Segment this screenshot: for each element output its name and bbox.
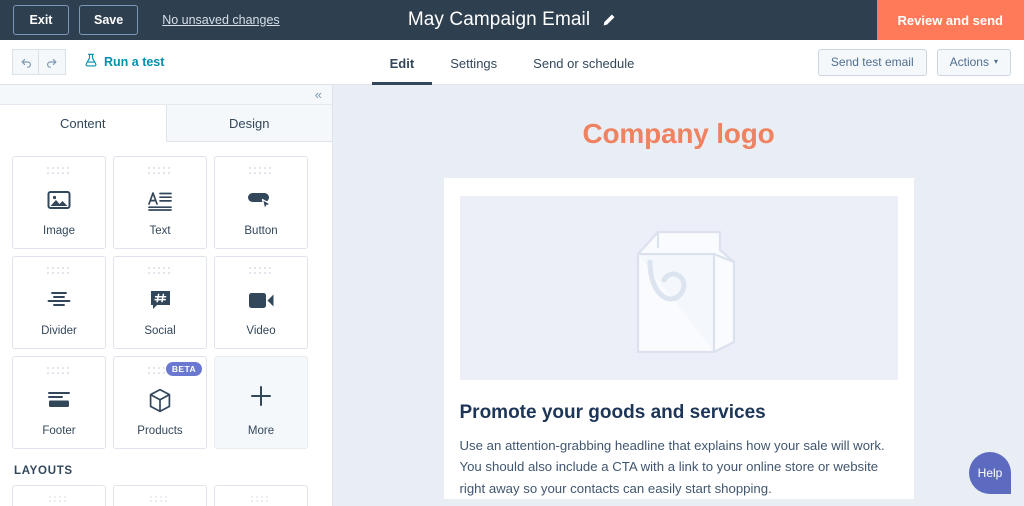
company-logo-text[interactable]: Company logo [582, 118, 774, 150]
drag-handle-icon[interactable] [248, 495, 274, 504]
drag-handle-icon[interactable] [46, 366, 72, 375]
flask-icon [84, 53, 98, 71]
unsaved-changes-status[interactable]: No unsaved changes [162, 13, 279, 27]
module-card-divider[interactable]: Divider [12, 256, 106, 349]
beta-badge: BETA [165, 362, 202, 376]
drag-handle-icon[interactable] [147, 266, 173, 275]
module-label: Button [244, 224, 278, 237]
send-test-email-button[interactable]: Send test email [817, 48, 927, 76]
module-card-more[interactable]: More [214, 356, 308, 449]
footer-icon [13, 375, 105, 426]
email-editor-app: Exit Save No unsaved changes May Campaig… [0, 0, 1024, 506]
drag-handle-icon[interactable] [147, 495, 173, 504]
sidebar-tab-design[interactable]: Design [165, 105, 332, 142]
module-label: Image [43, 224, 75, 237]
drag-handle-icon[interactable] [248, 166, 274, 175]
sidebar-scroll-area[interactable]: Image Text Button Divider Social Video F… [0, 142, 332, 506]
actions-label: Actions [949, 55, 989, 69]
plus-icon [215, 366, 307, 426]
layout-card[interactable] [113, 485, 207, 506]
module-card-text[interactable]: Text [113, 156, 207, 249]
tab-edit[interactable]: Edit [371, 57, 433, 85]
tab-send-or-schedule[interactable]: Send or schedule [515, 57, 652, 85]
header-right-group: Review and send [876, 0, 1024, 40]
help-label: Help [977, 466, 1003, 480]
undo-redo-group [12, 49, 66, 75]
drag-handle-icon[interactable] [46, 495, 72, 504]
editor-toolbar: Run a test Edit Settings Send or schedul… [0, 40, 1024, 85]
pencil-icon[interactable] [601, 13, 616, 28]
editor-body: « Content Design Image Text Button Divid… [0, 85, 1024, 506]
module-label: Footer [42, 424, 76, 437]
module-card-products[interactable]: BETA Products [113, 356, 207, 449]
products-icon [114, 375, 206, 426]
sidebar-tab-list: Content Design [0, 105, 332, 142]
module-label: More [247, 424, 275, 437]
text-icon [114, 175, 206, 226]
module-label: Video [246, 324, 276, 337]
module-label: Text [149, 224, 171, 237]
email-body-text[interactable]: Use an attention-grabbing headline that … [460, 435, 898, 499]
module-label: Divider [41, 324, 77, 337]
module-label: Products [137, 424, 183, 437]
button-icon [215, 175, 307, 226]
tab-settings[interactable]: Settings [432, 57, 515, 85]
drag-handle-icon[interactable] [46, 166, 72, 175]
chevron-double-left-icon[interactable]: « [315, 88, 322, 101]
module-card-social[interactable]: Social [113, 256, 207, 349]
shopping-bag-icon [636, 230, 735, 354]
drag-handle-icon[interactable] [248, 266, 274, 275]
drag-handle-icon[interactable] [46, 266, 72, 275]
sidebar-collapse-bar: « [0, 85, 332, 105]
toolbar-left-group: Run a test [0, 49, 164, 75]
content-sidebar: « Content Design Image Text Button Divid… [0, 85, 333, 506]
help-button[interactable]: Help [969, 452, 1011, 494]
email-heading[interactable]: Promote your goods and services [460, 402, 898, 424]
module-card-footer[interactable]: Footer [12, 356, 106, 449]
drag-handle-icon[interactable] [147, 166, 173, 175]
actions-dropdown-button[interactable]: Actions ▾ [936, 48, 1011, 76]
save-button[interactable]: Save [79, 5, 139, 35]
layout-card-grid [12, 485, 320, 506]
image-placeholder-block[interactable] [459, 196, 898, 380]
undo-icon[interactable] [12, 49, 39, 75]
redo-icon[interactable] [39, 49, 66, 75]
module-card-grid: Image Text Button Divider Social Video F… [12, 156, 320, 449]
toolbar-right-group: Send test email Actions ▾ [817, 48, 1024, 76]
chevron-down-icon: ▾ [993, 57, 998, 66]
module-card-button[interactable]: Button [214, 156, 308, 249]
module-card-video[interactable]: Video [214, 256, 308, 349]
run-a-test-label: Run a test [104, 55, 165, 69]
divider-icon [13, 275, 105, 326]
layout-card[interactable] [214, 485, 308, 506]
header-left-group: Exit Save No unsaved changes [0, 5, 280, 35]
video-icon [215, 275, 307, 326]
email-content-card: Promote your goods and services Use an a… [443, 178, 914, 500]
email-preview-canvas[interactable]: Company logo Promote your goods and serv… [333, 85, 1024, 506]
module-card-image[interactable]: Image [12, 156, 106, 249]
top-header-bar: Exit Save No unsaved changes May Campaig… [0, 0, 1024, 40]
sidebar-tab-content[interactable]: Content [0, 105, 166, 142]
social-icon [114, 275, 206, 326]
layouts-heading: LAYOUTS [14, 465, 73, 477]
run-a-test-button[interactable]: Run a test [84, 53, 164, 71]
layout-card[interactable] [12, 485, 106, 506]
module-label: Social [144, 324, 176, 337]
exit-button[interactable]: Exit [13, 5, 69, 35]
image-icon [13, 175, 105, 226]
page-title: May Campaign Email [407, 9, 591, 30]
send-test-email-label: Send test email [830, 55, 914, 69]
review-and-send-button[interactable]: Review and send [876, 0, 1024, 40]
